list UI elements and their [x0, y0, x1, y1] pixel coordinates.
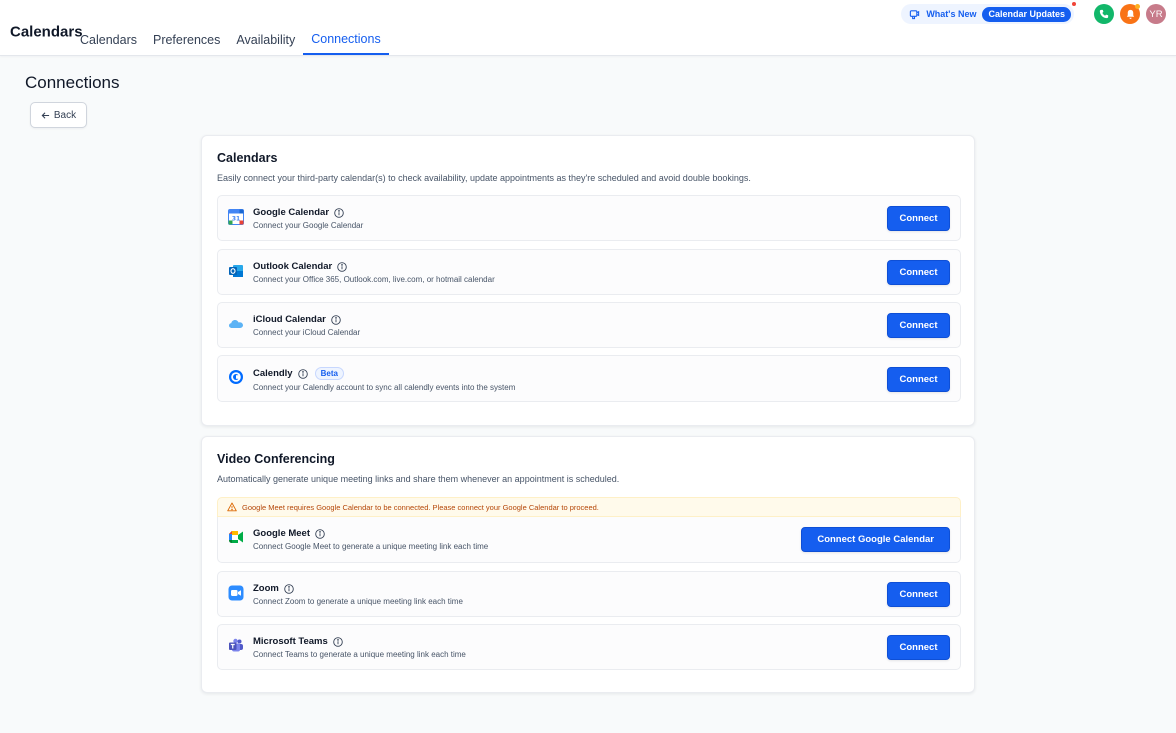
info-icon[interactable] [297, 368, 308, 379]
connection-row-icloud-calendar: iCloud Calendar Connect your iCloud Cale… [217, 302, 961, 348]
teams-icon [229, 638, 243, 652]
arrow-left-icon [41, 111, 49, 119]
zoom-icon [228, 585, 244, 601]
nav-tabs: Calendars Preferences Availability Conne… [72, 24, 389, 55]
connection-name-text: Google Calendar [253, 207, 330, 218]
info-icon[interactable] [331, 314, 341, 325]
info-icon[interactable] [334, 207, 344, 218]
warning-text: Google Meet requires Google Calendar to … [242, 502, 599, 512]
connect-google-calendar-button[interactable]: Connect [887, 206, 950, 231]
connection-name: Microsoft Teams [253, 636, 343, 647]
info-icon[interactable] [337, 261, 347, 272]
connection-description: Connect your Google Calendar [253, 221, 364, 230]
beta-badge: Beta [314, 367, 344, 380]
connect-google-calendar-button[interactable]: Connect Google Calendar [801, 527, 950, 552]
info-icon[interactable] [284, 583, 294, 594]
tab-availability[interactable]: Availability [228, 24, 303, 55]
video-conferencing-card: Video Conferencing Automatically generat… [201, 436, 975, 693]
connection-name-text: Microsoft Teams [253, 636, 328, 647]
bell-dot [1135, 4, 1140, 9]
calendars-card: Calendars Easily connect your third-part… [201, 135, 975, 426]
info-icon[interactable] [315, 528, 325, 539]
avatar[interactable]: YR [1146, 4, 1166, 24]
calendar-updates-badge[interactable]: Calendar Updates [982, 6, 1071, 22]
back-button[interactable]: Back [30, 102, 87, 128]
page-title: Connections [25, 73, 120, 92]
notifications-button[interactable] [1120, 4, 1140, 24]
connection-row-calendly: Calendly Beta Connect your Calendly acco… [217, 355, 961, 402]
connect-calendly-button[interactable]: Connect [887, 367, 950, 392]
tab-connections[interactable]: Connections [303, 24, 389, 55]
connection-name: iCloud Calendar [253, 314, 341, 325]
connection-row-google-calendar: 31 Google Calendar Connect your Google C… [217, 195, 961, 241]
phone-button[interactable] [1094, 4, 1114, 24]
calendly-icon [229, 370, 243, 384]
calendars-description: Easily connect your third-party calendar… [217, 173, 751, 183]
google-calendar-icon: 31 [228, 209, 244, 225]
connection-row-outlook-calendar: Outlook Calendar Connect your Office 365… [217, 249, 961, 295]
phone-icon [1099, 9, 1109, 19]
google-meet-warning: Google Meet requires Google Calendar to … [217, 497, 961, 517]
connection-description: Connect Zoom to generate a unique meetin… [253, 597, 463, 606]
svg-text:31: 31 [232, 216, 240, 223]
bell-icon [1126, 9, 1134, 19]
connection-name-text: Calendly [253, 368, 293, 379]
connection-description: Connect your Office 365, Outlook.com, li… [253, 275, 495, 284]
connection-description: Connect Teams to generate a unique meeti… [253, 650, 466, 659]
connection-description: Connect Google Meet to generate a unique… [253, 542, 489, 551]
connection-name-text: Google Meet [253, 528, 311, 539]
connect-icloud-calendar-button[interactable]: Connect [887, 313, 950, 338]
whats-new-label: What's New [926, 9, 977, 19]
header-actions: What's New Calendar Updates YR [901, 1, 1166, 25]
connection-row-google-meet: Google Meet Connect Google Meet to gener… [217, 517, 961, 563]
tab-preferences[interactable]: Preferences [145, 24, 228, 55]
connection-name-text: Outlook Calendar [253, 261, 333, 272]
whats-new-button[interactable]: What's New Calendar Updates [901, 1, 1077, 24]
connection-name: Calendly Beta [253, 367, 344, 380]
top-bar: Calendars Calendars Preferences Availabi… [0, 0, 1176, 56]
connection-name: Zoom [253, 583, 294, 594]
icloud-icon [229, 320, 243, 328]
connection-row-microsoft-teams: Microsoft Teams Connect Teams to generat… [217, 624, 961, 670]
warning-icon [227, 502, 237, 512]
connection-name: Google Calendar [253, 207, 344, 218]
connection-description: Connect your iCloud Calendar [253, 328, 361, 337]
video-title: Video Conferencing [217, 452, 335, 466]
connect-outlook-calendar-button[interactable]: Connect [887, 260, 950, 285]
connect-microsoft-teams-button[interactable]: Connect [887, 635, 950, 660]
connection-description: Connect your Calendly account to sync al… [253, 383, 516, 392]
connection-name: Google Meet [253, 528, 325, 539]
connection-row-zoom: Zoom Connect Zoom to generate a unique m… [217, 571, 961, 617]
connect-zoom-button[interactable]: Connect [887, 582, 950, 607]
outlook-icon [229, 265, 243, 277]
notification-dot [1071, 1, 1077, 7]
connection-name: Outlook Calendar [253, 261, 347, 272]
video-description: Automatically generate unique meeting li… [217, 474, 620, 484]
google-meet-icon [229, 531, 243, 543]
connection-name-text: iCloud Calendar [253, 314, 326, 325]
connection-name-text: Zoom [253, 583, 279, 594]
megaphone-icon [910, 9, 920, 19]
calendars-title: Calendars [217, 151, 278, 165]
tab-calendars[interactable]: Calendars [72, 24, 145, 55]
info-icon[interactable] [333, 636, 343, 647]
back-label: Back [53, 109, 77, 121]
